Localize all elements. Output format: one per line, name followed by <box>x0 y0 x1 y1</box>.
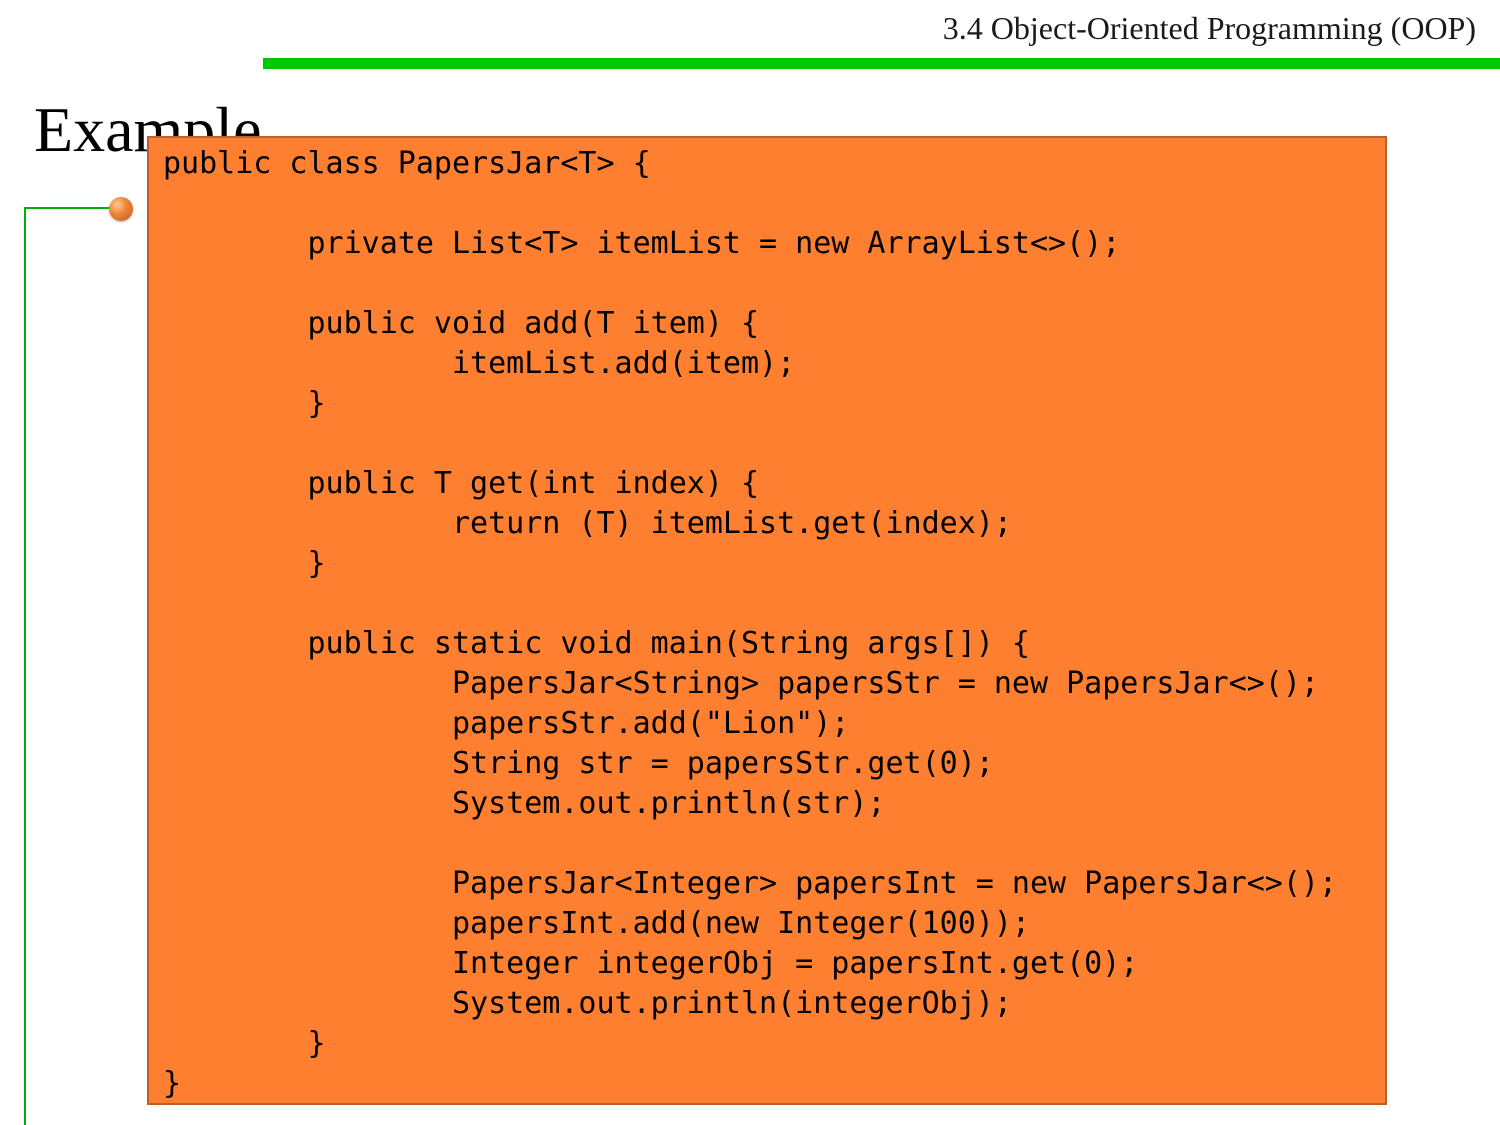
code-line: } <box>163 546 326 581</box>
code-line: public void add(T item) { <box>163 306 760 341</box>
bullet-bracket-vertical-line <box>24 207 26 1125</box>
code-line: PapersJar<String> papersStr = new Papers… <box>163 666 1319 701</box>
section-title: 3.4 Object-Oriented Programming (OOP) <box>942 10 1476 46</box>
code-line: String str = papersStr.get(0); <box>163 746 994 781</box>
code-line: itemList.add(item); <box>163 346 796 381</box>
code-panel: public class PapersJar<T> { private List… <box>147 136 1387 1105</box>
code-line: public T get(int index) { <box>163 466 760 501</box>
code-line: papersStr.add("Lion"); <box>163 706 850 741</box>
code-line: return (T) itemList.get(index); <box>163 506 1012 541</box>
slide: 3.4 Object-Oriented Programming (OOP) Ex… <box>0 0 1500 1125</box>
code-line: Integer integerObj = papersInt.get(0); <box>163 946 1139 981</box>
bullet-dot-icon <box>109 197 133 221</box>
code-line: System.out.println(str); <box>163 786 886 821</box>
code-line: } <box>163 1026 326 1061</box>
code-line: papersInt.add(new Integer(100)); <box>163 906 1030 941</box>
code-line: public static void main(String args[]) { <box>163 626 1030 661</box>
header-accent-bar <box>263 58 1500 69</box>
code-line: private List<T> itemList = new ArrayList… <box>163 226 1121 261</box>
code-listing: public class PapersJar<T> { private List… <box>163 144 1337 1103</box>
code-line: } <box>163 386 326 421</box>
code-line: PapersJar<Integer> papersInt = new Paper… <box>163 866 1337 901</box>
code-line: } <box>163 1066 182 1101</box>
code-line: public class PapersJar<T> { <box>163 146 651 181</box>
code-line: System.out.println(integerObj); <box>163 986 1012 1021</box>
